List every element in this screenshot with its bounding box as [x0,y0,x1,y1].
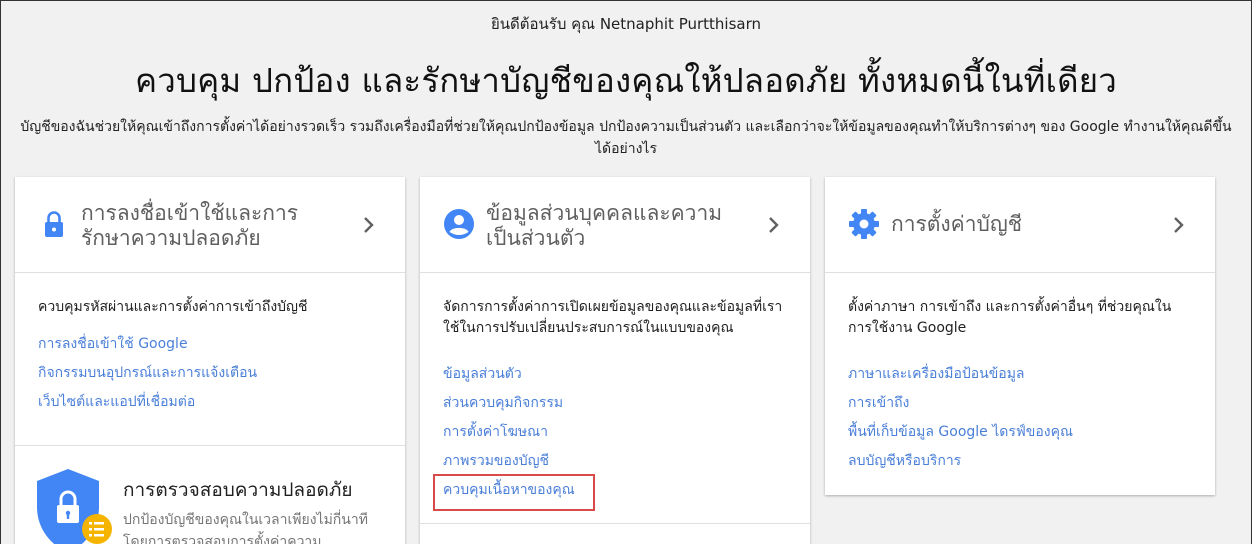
welcome-greeting: ยินดีต้อนรับ คุณ Netnaphit Purtthisarn [490,15,762,33]
card-sign-in-security: การลงชื่อเข้าใช้และการรักษาความปลอดภัย ค… [15,177,405,544]
card-account-preferences: การตั้งค่าบัญชี ตั้งค่าภาษา การเข้าถึง แ… [825,177,1215,495]
link-google-sign-in[interactable]: การลงชื่อเข้าใช้ Google [38,330,385,359]
page-description: บัญชีของฉันช่วยให้คุณเข้าถึงการตั้งค่าได… [20,119,1232,157]
card-title: ข้อมูลส่วนบุคคลและความเป็นส่วนตัว [486,201,723,250]
security-checkup-title[interactable]: การตรวจสอบความปลอดภัย [123,475,352,505]
link-accessibility[interactable]: การเข้าถึง [848,389,1195,418]
link-connected-apps[interactable]: เว็บไซต์และแอปที่เชื่อมต่อ [38,388,385,417]
link-drive-storage[interactable]: พื้นที่เก็บข้อมูล Google ไดรฟ์ของคุณ [848,418,1195,447]
card-header-personal-info[interactable]: ข้อมูลส่วนบุคคลและความเป็นส่วนตัว [420,177,810,273]
lock-icon [45,211,63,237]
person-icon [444,209,474,239]
security-shield-icon [37,469,112,544]
card-title: การตั้งค่าบัญชี [891,212,1022,236]
chevron-right-icon[interactable] [766,213,782,237]
card-header-account-preferences[interactable]: การตั้งค่าบัญชี [825,177,1215,273]
link-ad-settings[interactable]: การตั้งค่าโฆษณา [443,418,790,447]
highlight-box [433,474,595,511]
chevron-right-icon[interactable] [361,213,377,237]
card-header-sign-in-security[interactable]: การลงชื่อเข้าใช้และการรักษาความปลอดภัย [15,177,405,273]
link-delete-account[interactable]: ลบบัญชีหรือบริการ [848,447,1195,476]
link-list: การลงชื่อเข้าใช้ Google กิจกรรมบนอุปกรณ์… [38,330,385,417]
link-device-activity[interactable]: กิจกรรมบนอุปกรณ์และการแจ้งเตือน [38,359,385,388]
link-language-input[interactable]: ภาษาและเครื่องมือป้อนข้อมูล [848,360,1195,389]
chevron-right-icon[interactable] [1171,213,1187,237]
link-account-overview[interactable]: ภาพรวมของบัญชี [443,447,790,476]
card-body: ตั้งค่าภาษา การเข้าถึง และการตั้งค่าอื่น… [848,297,1195,476]
link-personal-info[interactable]: ข้อมูลส่วนตัว [443,360,790,389]
link-activity-controls[interactable]: ส่วนควบคุมกิจกรรม [443,389,790,418]
card-divider [420,523,810,524]
link-list: ภาษาและเครื่องมือป้อนข้อมูล การเข้าถึง พ… [848,360,1195,476]
gear-icon [849,209,879,239]
page-title: ควบคุม ปกป้อง และรักษาบัญชีของคุณให้ปลอด… [134,61,1118,100]
card-title: การลงชื่อเข้าใช้และการรักษาความปลอดภัย [81,201,299,250]
card-personal-info-privacy: ข้อมูลส่วนบุคคลและความเป็นส่วนตัว จัดการ… [420,177,810,544]
card-divider [15,445,405,446]
card-description: ควบคุมรหัสผ่านและการตั้งค่าการเข้าถึงบัญ… [38,299,308,315]
card-body: ควบคุมรหัสผ่านและการตั้งค่าการเข้าถึงบัญ… [38,297,385,417]
card-description: ตั้งค่าภาษา การเข้าถึง และการตั้งค่าอื่น… [848,299,1172,336]
card-description: จัดการการตั้งค่าการเปิดเผยข้อมูลของคุณแล… [443,299,783,336]
security-checkup-description: ปกป้องบัญชีของคุณในเวลาเพียงไม่กี่นาทีโด… [123,512,368,544]
